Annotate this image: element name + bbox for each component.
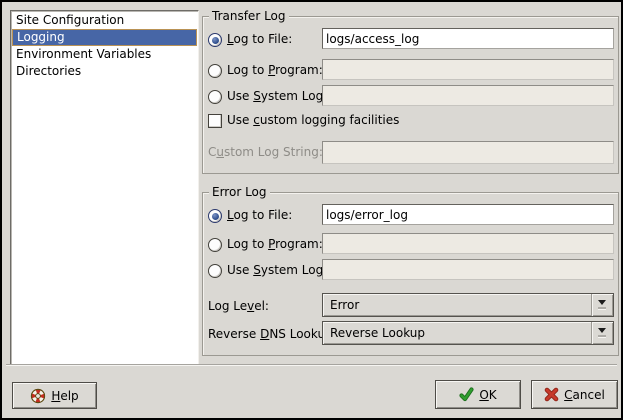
dropdown-arrow-icon[interactable]: [591, 294, 613, 316]
transfer-log-to-file-label: Log to File:: [227, 31, 292, 47]
transfer-use-system-log-label: Use System Log:: [227, 88, 327, 104]
dropdown-arrow-icon[interactable]: [591, 322, 613, 344]
sidebar-item-environment-variables[interactable]: Environment Variables: [12, 46, 197, 63]
logging-settings-window: Site Configuration Logging Environment V…: [0, 0, 623, 420]
error-log-program-input: [322, 233, 614, 254]
life-buoy-icon: [30, 388, 46, 404]
transfer-log-frame-title: Transfer Log: [209, 9, 289, 23]
radio-dot: [212, 213, 219, 220]
log-level-value: Error: [330, 298, 359, 312]
error-log-to-program-radio[interactable]: [208, 238, 222, 252]
cancel-button[interactable]: Cancel: [531, 380, 618, 409]
cancel-button-label: Cancel: [564, 388, 605, 402]
help-button[interactable]: Help: [12, 382, 97, 409]
help-button-label: Help: [51, 389, 78, 403]
error-log-to-file-label: Log to File:: [227, 207, 292, 223]
sidebar-item-logging[interactable]: Logging: [12, 29, 197, 46]
ok-button[interactable]: OK: [435, 380, 521, 409]
log-level-select[interactable]: Error: [322, 293, 614, 317]
config-section-list[interactable]: Site Configuration Logging Environment V…: [10, 10, 199, 365]
transfer-log-program-input: [322, 59, 614, 80]
custom-log-string-input: [322, 141, 614, 164]
custom-logging-facilities-checkbox[interactable]: [208, 114, 222, 128]
custom-logging-facilities-label: Use custom logging facilities: [227, 112, 399, 128]
error-log-frame-title: Error Log: [209, 185, 270, 199]
sidebar-item-directories[interactable]: Directories: [12, 63, 197, 80]
transfer-log-to-file-radio[interactable]: [208, 33, 222, 47]
error-use-system-log-radio[interactable]: [208, 264, 222, 278]
transfer-system-log-input: [322, 85, 614, 106]
log-level-label: Log Level:: [208, 298, 269, 314]
error-log-to-file-radio[interactable]: [208, 209, 222, 223]
sidebar-item-site-configuration[interactable]: Site Configuration: [12, 12, 197, 29]
reverse-dns-lookup-label: Reverse DNS Lookup:: [208, 326, 337, 342]
bottom-separator: [6, 364, 617, 366]
transfer-log-to-program-label: Log to Program:: [227, 62, 323, 78]
transfer-log-to-program-radio[interactable]: [208, 64, 222, 78]
ok-button-label: OK: [479, 388, 496, 402]
custom-log-string-label: Custom Log String:: [208, 144, 323, 160]
radio-dot: [212, 37, 219, 44]
transfer-log-file-input[interactable]: [322, 28, 614, 49]
reverse-dns-lookup-value: Reverse Lookup: [330, 326, 425, 340]
transfer-use-system-log-radio[interactable]: [208, 90, 222, 104]
reverse-dns-lookup-select[interactable]: Reverse Lookup: [322, 321, 614, 345]
error-system-log-input: [322, 259, 614, 280]
error-log-to-program-label: Log to Program:: [227, 236, 323, 252]
error-log-file-input[interactable]: [322, 204, 614, 225]
check-icon: [459, 387, 474, 402]
error-use-system-log-label: Use System Log:: [227, 262, 327, 278]
x-icon: [544, 387, 559, 402]
